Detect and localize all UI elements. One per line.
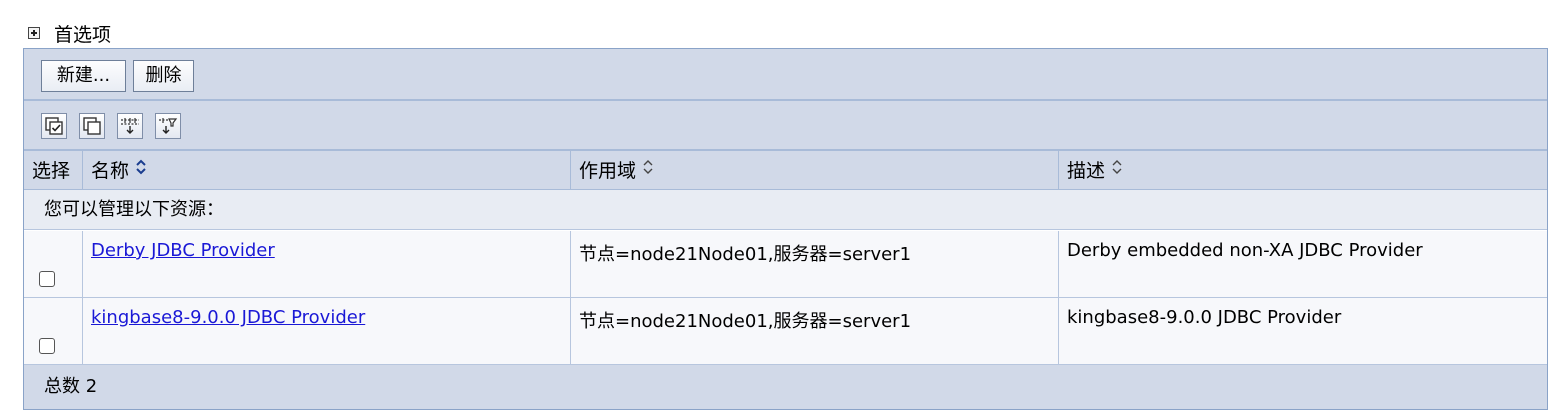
- sort-icon[interactable]: [642, 151, 654, 191]
- scope-cell: 节点=node21Node01,服务器=server1: [571, 298, 1059, 364]
- column-header-name-label[interactable]: 名称: [91, 160, 129, 182]
- table-caption: 您可以管理以下资源：: [24, 190, 1547, 230]
- row-checkbox[interactable]: [39, 338, 55, 354]
- resource-table-panel: 新建... 删除 选择 名称 作用域 描述 您可以管理以下资源： Derby J…: [23, 48, 1548, 410]
- name-cell: kingbase8-9.0.0 JDBC Provider: [83, 298, 571, 364]
- row-checkbox[interactable]: [39, 271, 55, 287]
- deselect-all-icon[interactable]: [79, 113, 105, 139]
- icon-toolbar: [24, 101, 1547, 151]
- scope-cell: 节点=node21Node01,服务器=server1: [571, 231, 1059, 297]
- column-header-scope[interactable]: 作用域: [571, 151, 1059, 189]
- table-footer-total: 总数 2: [24, 365, 1547, 409]
- select-cell: [24, 298, 83, 364]
- table-row: kingbase8-9.0.0 JDBC Provider 节点=node21N…: [24, 298, 1547, 365]
- column-header-description[interactable]: 描述: [1059, 151, 1547, 189]
- column-header-select-label: 选择: [32, 160, 71, 182]
- provider-link[interactable]: Derby JDBC Provider: [91, 240, 275, 261]
- expand-plus-icon[interactable]: [28, 27, 40, 39]
- new-button[interactable]: 新建...: [41, 60, 126, 92]
- button-toolbar: 新建... 删除: [24, 49, 1547, 101]
- table-row: Derby JDBC Provider 节点=node21Node01,服务器=…: [24, 231, 1547, 298]
- provider-link[interactable]: kingbase8-9.0.0 JDBC Provider: [91, 307, 365, 328]
- column-header-scope-label[interactable]: 作用域: [579, 160, 636, 182]
- sort-icon[interactable]: [1111, 151, 1123, 191]
- select-all-icon[interactable]: [41, 113, 67, 139]
- description-cell: kingbase8-9.0.0 JDBC Provider: [1067, 307, 1342, 328]
- preferences-label[interactable]: 首选项: [54, 20, 111, 47]
- column-header-description-label[interactable]: 描述: [1067, 160, 1105, 182]
- name-cell: Derby JDBC Provider: [83, 231, 571, 297]
- column-header-name[interactable]: 名称: [83, 151, 571, 189]
- sort-active-icon[interactable]: [135, 151, 147, 191]
- clear-filter-icon[interactable]: [155, 113, 181, 139]
- show-filter-icon[interactable]: [117, 113, 143, 139]
- description-cell: Derby embedded non-XA JDBC Provider: [1067, 240, 1423, 261]
- column-header-select: 选择: [24, 151, 83, 189]
- table-header: 选择 名称 作用域 描述: [24, 151, 1547, 190]
- select-cell: [24, 231, 83, 297]
- preferences-section[interactable]: 首选项: [28, 20, 111, 46]
- delete-button[interactable]: 删除: [133, 60, 194, 92]
